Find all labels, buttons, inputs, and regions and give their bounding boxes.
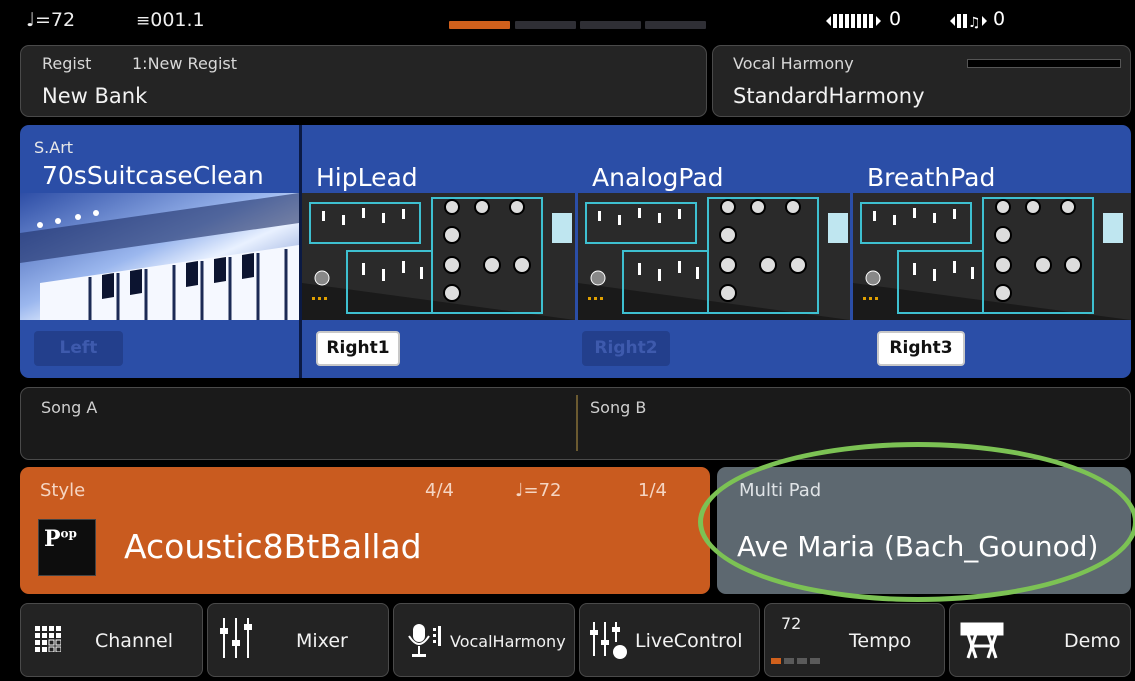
voice-name: 70sSuitcaseClean	[42, 161, 264, 190]
regist-bank-name: New Bank	[42, 84, 148, 108]
pop-category-icon: Pop	[38, 519, 96, 576]
song-b[interactable]: Song B	[578, 388, 1130, 459]
part-button-left[interactable]: Left	[34, 331, 123, 366]
keyboard-transpose-icon[interactable]	[826, 12, 882, 34]
vocal-harmony-button[interactable]: VocalHarmony	[393, 603, 575, 677]
song-b-label: Song B	[590, 398, 647, 417]
voice-name: HipLead	[316, 163, 418, 192]
beat-position: 1/4	[638, 480, 667, 501]
mixer-button[interactable]: Mixer	[207, 603, 389, 677]
channel-grid-icon	[35, 626, 62, 656]
voice-name: AnalogPad	[592, 163, 724, 192]
microphone-icon	[408, 624, 444, 662]
page-dot	[449, 21, 510, 29]
time-signature: 4/4	[425, 480, 454, 501]
page-dot	[645, 21, 706, 29]
bar-position[interactable]: ≡001.1	[136, 9, 205, 31]
electric-piano-image	[20, 193, 299, 320]
voice-sub-label: S.Art	[34, 138, 74, 157]
song-a-label: Song A	[41, 398, 98, 417]
keyboard-transpose-value: 0	[889, 8, 902, 30]
song-panel: Song A Song B	[20, 387, 1131, 460]
live-control-button-label: LiveControl	[635, 630, 743, 652]
tempo-meter-icon	[771, 649, 821, 668]
keyboard-stand-icon	[960, 620, 1004, 664]
song-transpose-icon[interactable]: ♫	[950, 12, 988, 34]
song-a[interactable]: Song A	[21, 388, 577, 459]
channel-button-label: Channel	[95, 630, 174, 652]
mixer-button-label: Mixer	[296, 630, 348, 652]
synth-panel-image	[302, 193, 575, 320]
registration-panel[interactable]: Regist 1:New Regist New Bank	[20, 45, 707, 117]
regist-label: Regist	[42, 54, 92, 73]
multipad-panel[interactable]: Multi Pad Ave Maria (Bach_Gounod)	[717, 467, 1131, 594]
demo-button-label: Demo	[1064, 630, 1121, 652]
live-control-knob-icon	[590, 622, 628, 664]
vocal-harmony-button-label: VocalHarmony	[450, 632, 566, 651]
song-transpose-value: 0	[993, 8, 1006, 30]
style-panel[interactable]: Style 4/4 ♩=72 1/4 Pop Acoustic8BtBallad	[20, 467, 710, 594]
part-button-right1[interactable]: Right1	[316, 331, 400, 366]
demo-button[interactable]: Demo	[949, 603, 1131, 677]
voice-right1[interactable]: HipLead Right1	[302, 125, 578, 378]
vocal-harmony-label: Vocal Harmony	[733, 54, 854, 73]
page-dot	[580, 21, 641, 29]
vocal-harmony-panel[interactable]: Vocal Harmony StandardHarmony	[712, 45, 1131, 117]
live-control-button[interactable]: LiveControl	[579, 603, 760, 677]
style-name: Acoustic8BtBallad	[124, 527, 422, 566]
style-label: Style	[40, 480, 86, 501]
voice-left[interactable]: S.Art 70sSuitcaseClean Left	[20, 125, 299, 378]
synth-panel-image	[853, 193, 1131, 320]
tempo-button-value: 72	[781, 614, 802, 633]
svg-text:♫: ♫	[968, 15, 981, 30]
part-button-right2[interactable]: Right2	[582, 331, 670, 366]
tempo-button-label: Tempo	[849, 630, 912, 652]
bar-value: 001.1	[150, 9, 205, 31]
synth-panel-image	[578, 193, 850, 320]
multipad-label: Multi Pad	[739, 480, 822, 501]
channel-button[interactable]: Channel	[20, 603, 203, 677]
multipad-name: Ave Maria (Bach_Gounod)	[737, 530, 1099, 563]
bar-icon: ≡	[136, 11, 151, 31]
voice-section: S.Art 70sSuitcaseClean Left HipLead Righ…	[20, 125, 1131, 378]
style-tempo: ♩=72	[515, 480, 562, 501]
vocal-harmony-name: StandardHarmony	[733, 84, 925, 108]
voice-right2[interactable]: AnalogPad Right2	[578, 125, 853, 378]
regist-current: 1:New Regist	[132, 54, 238, 73]
page-dot	[515, 21, 576, 29]
vocal-level-meter	[967, 59, 1121, 68]
part-button-right3[interactable]: Right3	[877, 331, 965, 366]
voice-name: BreathPad	[867, 163, 996, 192]
tempo-button[interactable]: 72 Tempo	[764, 603, 945, 677]
mixer-faders-icon	[220, 618, 252, 662]
voice-right3[interactable]: BreathPad Right3	[853, 125, 1131, 378]
pop-badge-text: Pop	[44, 526, 77, 552]
status-bar: ♩=72 ≡001.1 0 ♫ 0	[0, 0, 1135, 40]
tempo-readout[interactable]: ♩=72	[26, 9, 75, 31]
